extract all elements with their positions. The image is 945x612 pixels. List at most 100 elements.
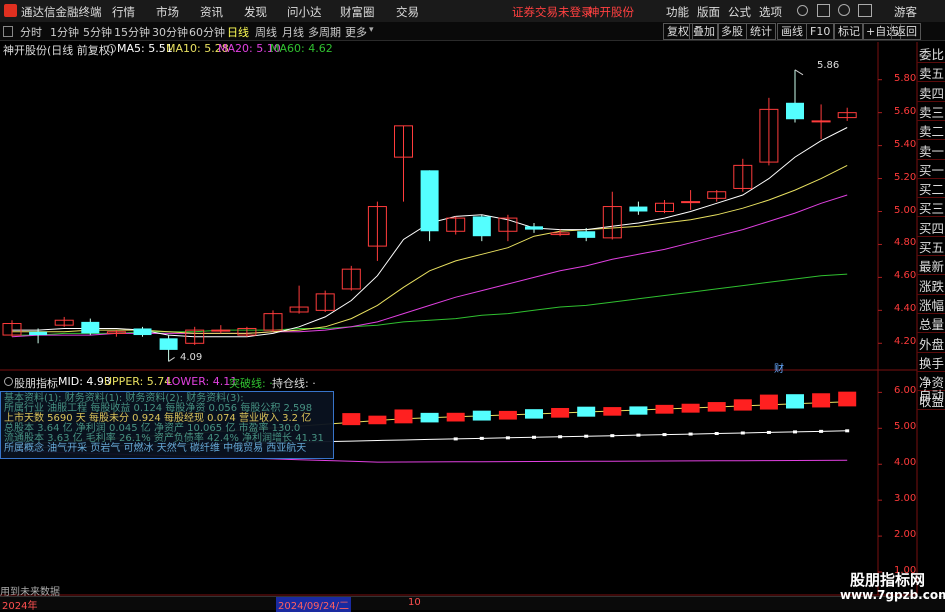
sub-candle xyxy=(446,412,465,422)
high-price-label: 5.86 xyxy=(817,60,840,71)
side-tab-15[interactable]: 外盘 xyxy=(919,334,944,353)
sub-candle xyxy=(655,404,674,414)
watermark-url: www.7gpzb.com xyxy=(840,588,945,602)
sub-candle xyxy=(812,393,831,408)
candle-body xyxy=(629,206,648,212)
candle-body xyxy=(786,102,804,120)
price-tick-label: 4.60 xyxy=(894,270,917,282)
sub-tick-label: 6.00 xyxy=(894,385,917,397)
side-tab-5[interactable]: 卖一 xyxy=(919,141,944,160)
candle-body xyxy=(133,328,152,336)
indicator-lower: LOWER: 4.11 xyxy=(166,375,238,388)
side-tab-3[interactable]: 卖三 xyxy=(919,102,944,121)
indicator-chicang: 持仓线: · xyxy=(272,377,316,390)
sub-candle xyxy=(629,406,648,415)
candle-body xyxy=(525,226,543,230)
candle-body xyxy=(577,231,596,238)
price-tick-label: 4.20 xyxy=(894,336,917,348)
mid-dot xyxy=(558,435,563,439)
mid-dot xyxy=(584,434,589,438)
mid-dot xyxy=(532,435,536,439)
year-label: 2024年 xyxy=(2,601,38,612)
indicator-name: 股朋指标 xyxy=(14,377,58,390)
side-tab-7[interactable]: 买二 xyxy=(919,179,944,198)
finance-marker[interactable]: 财 xyxy=(774,360,784,375)
sub-candle xyxy=(551,407,570,418)
sub-candle xyxy=(786,394,804,409)
mid-dot xyxy=(714,432,719,436)
sub-tick-label: 3.00 xyxy=(894,493,917,505)
side-tab-1[interactable]: 卖五 xyxy=(919,63,944,82)
side-tab-14[interactable]: 总量 xyxy=(919,314,944,333)
mid-dot xyxy=(819,429,824,433)
price-tick-label: 5.80 xyxy=(894,72,917,84)
side-tab-8[interactable]: 买三 xyxy=(919,198,944,217)
time-axis: 2024年 2024/09/24/二 10 xyxy=(0,596,945,612)
sub-candle xyxy=(420,412,439,423)
mid-dot xyxy=(636,433,641,437)
price-tick-label: 5.00 xyxy=(894,204,917,216)
ma60-line xyxy=(12,273,848,336)
price-tick-label: 5.60 xyxy=(894,105,917,117)
indicator-tupo: 突破线: · xyxy=(229,377,273,390)
sub-tick-label: 2.00 xyxy=(894,529,917,541)
side-tab-0[interactable]: 委比 xyxy=(919,44,944,63)
cursor-date-label: 2024/09/24/二 xyxy=(276,597,352,612)
high-leader xyxy=(794,69,804,76)
sub-candle xyxy=(603,407,622,416)
mid-dot xyxy=(740,431,745,435)
candle-body xyxy=(472,216,491,237)
chart-canvas[interactable] xyxy=(0,0,945,609)
sub-candle xyxy=(342,413,361,426)
side-tab-16[interactable]: 换手 xyxy=(919,353,944,372)
price-tick-label: 4.40 xyxy=(894,303,917,315)
candle-body xyxy=(420,170,439,232)
sub-candle xyxy=(838,391,857,407)
overlay-row: 所属概念 油气开采 页岩气 可燃冰 天然气 碳纤维 中俄贸易 西亚航天 xyxy=(4,443,307,454)
sub-tick-label: 5.00 xyxy=(894,421,917,433)
sub-candles xyxy=(342,391,857,426)
sub-candle xyxy=(472,410,491,421)
candle-body xyxy=(681,201,701,204)
sub-tick-label: 4.00 xyxy=(894,457,917,469)
auto-button[interactable]: 自动 xyxy=(919,385,944,404)
side-tab-9[interactable]: 买四 xyxy=(919,218,944,237)
sub-candle xyxy=(498,410,517,420)
sub-candle xyxy=(577,406,596,417)
mid-dot xyxy=(453,437,458,441)
mid-dot xyxy=(479,436,484,440)
indicator-settings-icon[interactable] xyxy=(4,377,13,386)
side-tab-10[interactable]: 买五 xyxy=(919,237,944,256)
sub-candle xyxy=(681,403,700,413)
sub-candle xyxy=(759,394,778,410)
side-tab-4[interactable]: 卖二 xyxy=(919,121,944,140)
side-tab-12[interactable]: 涨跌 xyxy=(919,276,944,295)
price-tick-label: 5.40 xyxy=(894,138,917,150)
sub-candle xyxy=(368,415,387,425)
price-tick-label: 5.20 xyxy=(894,171,917,183)
sub-candle xyxy=(394,409,413,424)
side-tab-6[interactable]: 买一 xyxy=(919,160,944,179)
side-tab-2[interactable]: 卖四 xyxy=(919,83,944,102)
low-price-label: 4.09 xyxy=(180,352,203,363)
mid-dot xyxy=(845,429,850,433)
sub-candle xyxy=(525,409,543,419)
mid-dot xyxy=(662,433,667,437)
mid-dot xyxy=(610,434,615,438)
sub-candle xyxy=(707,402,726,412)
mid-dot xyxy=(766,430,771,434)
side-tab-13[interactable]: 涨幅 xyxy=(919,295,944,314)
sub-candle xyxy=(733,399,752,411)
mid-dot xyxy=(505,436,510,440)
candle-body xyxy=(211,329,231,332)
candle-body xyxy=(81,321,100,334)
watermark-cn: 股朋指标网 xyxy=(850,571,926,589)
indicator-mid: MID: 4.93 xyxy=(58,375,111,388)
low-leader xyxy=(168,356,175,362)
candle-body xyxy=(811,120,831,123)
side-tab-divider xyxy=(917,409,945,411)
candle-body xyxy=(159,338,178,350)
month-tick: 10 xyxy=(408,597,421,608)
mid-dot xyxy=(793,430,797,434)
side-tab-11[interactable]: 最新 xyxy=(919,256,944,275)
